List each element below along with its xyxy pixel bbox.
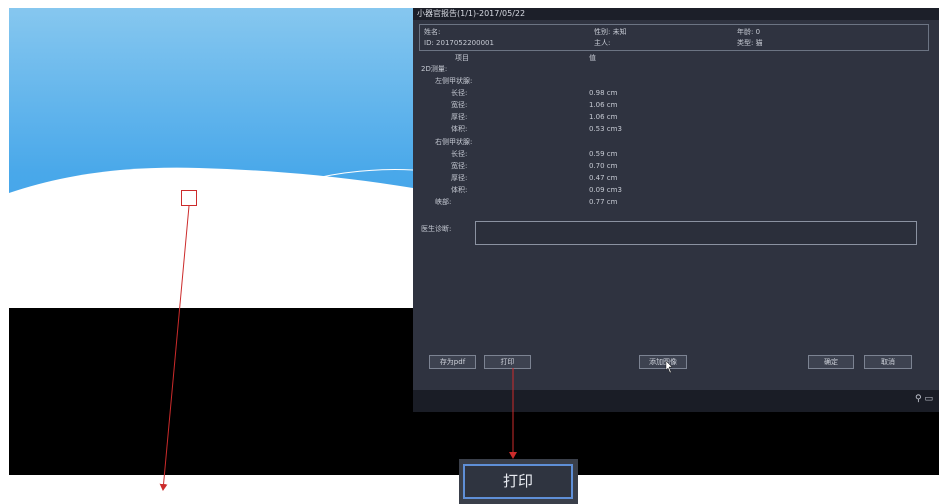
column-header-value: 值 [589,54,596,62]
diagnosis-label: 医生诊断: [421,225,452,233]
measure-label: 宽径: [451,101,468,109]
measure-value: 0.53 cm3 [589,125,622,133]
type-field: 类型: 猫 [737,39,763,47]
section-2d-measure: 2D测量: [421,65,448,73]
measure-value: 0.98 cm [589,89,618,97]
cancel-button[interactable]: 取消 [864,355,912,369]
measure-value: 1.06 cm [589,113,618,121]
measure-label: 厚径: [451,174,468,182]
name-label: 姓名: [424,28,441,36]
white-curve [9,167,413,308]
highlight-square [181,190,197,206]
zoomed-print-button[interactable]: 打印 [463,464,573,499]
measure-label: 长径: [451,89,468,97]
print-button[interactable]: 打印 [484,355,531,369]
column-header-item: 项目 [455,54,469,62]
zoomed-print-panel: 打印 [459,459,578,504]
measure-value: 0.09 cm3 [589,186,622,194]
measure-label: 厚径: [451,113,468,121]
measure-label: 宽径: [451,162,468,170]
add-image-button[interactable]: 添加图像 [639,355,687,369]
measure-label: 体积: [451,125,468,133]
confirm-button[interactable]: 确定 [808,355,854,369]
age-field: 年龄: 0 [737,28,761,36]
patient-info-box: 姓名: 性别: 未知 年龄: 0 ID: 2017052200001 主人: 类… [419,24,929,51]
measure-value: 0.70 cm [589,162,618,170]
right-thyroid-heading: 右侧甲状腺: [435,138,473,146]
isthmus-value: 0.77 cm [589,198,618,206]
isthmus-label: 峡部: [435,198,452,206]
measure-value: 1.06 cm [589,101,618,109]
gender-field: 性别: 未知 [594,28,627,36]
display-icon: ▭ [924,394,933,404]
measure-value: 0.47 cm [589,174,618,182]
measure-label: 体积: [451,186,468,194]
owner-field: 主人: [594,39,611,47]
save-pdf-button[interactable]: 存为pdf [429,355,476,369]
measure-value: 0.59 cm [589,150,618,158]
status-icons: ⚲ ▭ [915,394,933,404]
left-thyroid-heading: 左侧甲状腺: [435,77,473,85]
diagnosis-input[interactable] [475,221,917,245]
id-field: ID: 2017052200001 [424,39,494,47]
usb-icon: ⚲ [915,394,922,404]
report-window: 小器官报告(1/1)-2017/05/22 姓名: 性别: 未知 年龄: 0 I… [413,8,939,412]
report-title: 小器官报告(1/1)-2017/05/22 [413,8,939,20]
measure-label: 长径: [451,150,468,158]
status-bar [413,390,939,412]
